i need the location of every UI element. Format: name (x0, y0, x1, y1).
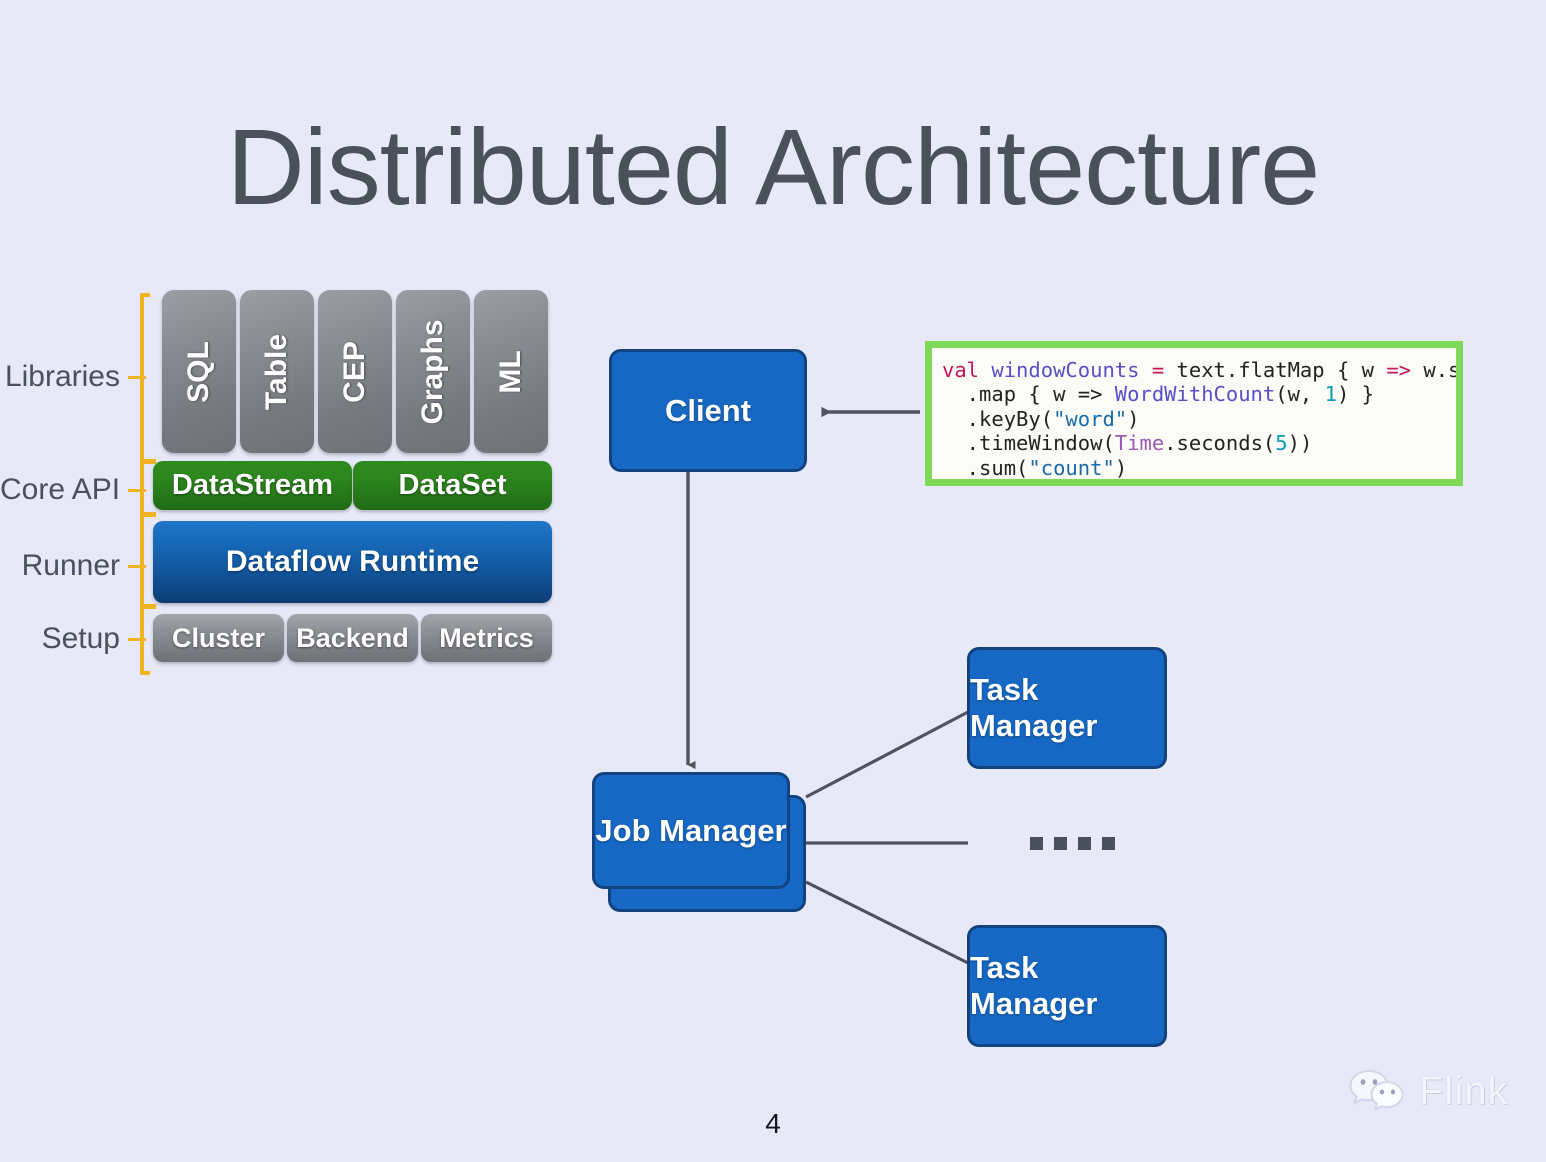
edge-jobmanager-to-taskmanager-bottom (805, 880, 969, 965)
setup-box-cluster[interactable]: Cluster (153, 614, 284, 662)
code-token-type: Time (1114, 431, 1165, 456)
library-box-ml[interactable]: ML (474, 290, 548, 453)
library-box-label: Table (260, 333, 293, 410)
core-api-box-label: DataStream (171, 469, 334, 501)
code-token-arrow: => (1386, 358, 1412, 382)
stack-group-label-libraries: Libraries (4, 360, 120, 393)
stack-group-label-core-api: Core API (0, 473, 121, 506)
runner-box-dataflow-runtime[interactable]: Dataflow Runtime (153, 521, 552, 603)
stack-group-label-runner: Runner (21, 549, 120, 582)
slide-canvas: Distributed Architecture Libraries Core … (0, 0, 1546, 1162)
node-jobmanager-label: Job Manager (595, 812, 787, 848)
setup-box-backend[interactable]: Backend (287, 614, 418, 662)
bracket-tick-2 (140, 512, 156, 517)
code-token-number: 1 (1324, 382, 1337, 407)
bracket-tick-1 (140, 459, 156, 464)
ellipsis-dot (1054, 837, 1067, 850)
stack-bracket-spine (140, 293, 150, 675)
setup-box-label: Metrics (439, 622, 534, 653)
node-taskmanager-label: Task Manager (970, 672, 1098, 743)
node-jobmanager: Job Manager (592, 772, 790, 889)
code-snippet-panel: val windowCounts = text.flatMap { w => w… (925, 341, 1463, 486)
setup-box-label: Backend (296, 622, 409, 653)
ellipsis-dot (1102, 837, 1115, 850)
code-token-call: .keyBy( (942, 406, 1054, 431)
code-token-args: (w, (1275, 382, 1325, 407)
setup-box-metrics[interactable]: Metrics (421, 614, 552, 662)
node-client: Client (609, 349, 807, 472)
ellipsis-dot (1078, 837, 1091, 850)
edge-jobmanager-to-taskmanager-top (805, 710, 969, 799)
wechat-bubbles-icon (1349, 1069, 1404, 1112)
code-token-identifier: WordWithCount (1114, 382, 1276, 407)
core-api-box-label: DataSet (398, 469, 507, 501)
node-taskmanager-top: Task Manager (967, 647, 1167, 769)
code-token-keyword: val (942, 358, 980, 382)
code-token-param: w (1361, 358, 1374, 382)
page-number: 4 (765, 1108, 781, 1139)
library-box-label: ML (494, 349, 527, 394)
setup-box-label: Cluster (171, 622, 266, 653)
library-box-table[interactable]: Table (240, 290, 314, 453)
code-token-call: .sum( (942, 455, 1029, 480)
code-token-string: "count" (1028, 455, 1115, 480)
code-token-operator: = (1151, 358, 1165, 382)
watermark: Flink (1348, 1068, 1508, 1114)
code-token-number: 5 (1275, 431, 1288, 456)
code-token-call: .map { w => (942, 382, 1115, 407)
code-token-paren: )) (1287, 431, 1313, 456)
code-token-call: w.split( (1423, 358, 1461, 382)
ellipsis-dots (1030, 837, 1115, 850)
code-token-string: "word" (1053, 406, 1128, 431)
node-taskmanager-label: Task Manager (970, 950, 1098, 1021)
library-box-label: SQL (182, 340, 215, 403)
code-token-brace: { (1336, 358, 1350, 382)
ellipsis-dot (1030, 837, 1043, 850)
bracket-tick-3 (140, 604, 156, 609)
code-token-identifier: windowCounts (991, 358, 1140, 382)
node-client-label: Client (664, 392, 752, 428)
page-title: Distributed Architecture (226, 106, 1321, 227)
code-token-call: text.flatMap (1176, 358, 1325, 382)
stack-group-label-setup: Setup (41, 622, 120, 655)
library-box-label: Graphs (416, 318, 449, 425)
code-token-paren: ) (1127, 406, 1140, 431)
code-token-paren: ) (1114, 455, 1128, 480)
library-box-graphs[interactable]: Graphs (396, 290, 470, 453)
code-token-args: ) } (1336, 382, 1374, 407)
core-api-box-datastream[interactable]: DataStream (153, 461, 352, 510)
watermark-label: Flink (1419, 1068, 1509, 1113)
code-token-call: .seconds( (1164, 431, 1276, 456)
library-box-label: CEP (338, 340, 371, 403)
runner-box-label: Dataflow Runtime (225, 545, 480, 578)
node-taskmanager-bottom: Task Manager (967, 925, 1167, 1047)
code-token-call: .timeWindow( (942, 431, 1115, 456)
library-box-sql[interactable]: SQL (162, 290, 236, 453)
library-box-cep[interactable]: CEP (318, 290, 392, 453)
core-api-box-dataset[interactable]: DataSet (353, 461, 552, 510)
